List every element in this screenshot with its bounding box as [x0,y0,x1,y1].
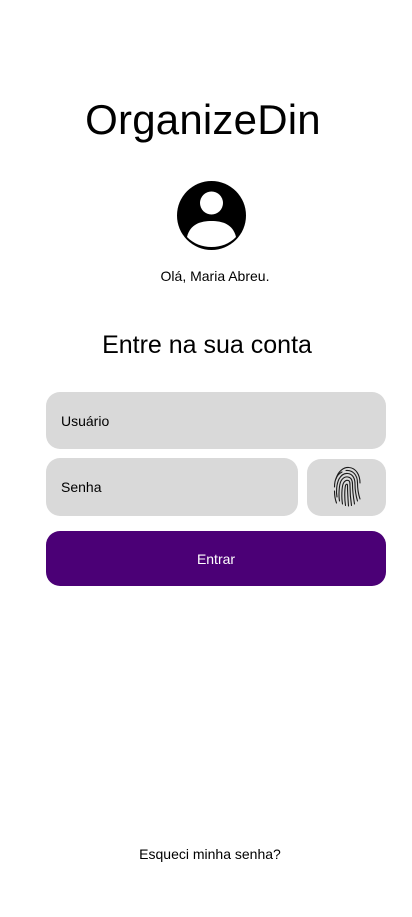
password-input[interactable] [46,458,298,516]
login-heading: Entre na sua conta [102,331,312,359]
login-button[interactable]: Entrar [46,531,386,586]
app-title: OrganizeDin [85,96,321,143]
username-field[interactable] [46,392,386,449]
user-greeting: Olá, Maria Abreu. [160,268,270,284]
username-input[interactable] [46,392,386,449]
fingerprint-icon [332,465,362,510]
account-circle-icon [177,181,246,250]
fingerprint-login-button[interactable] [307,459,386,516]
forgot-password-link[interactable]: Esqueci minha senha? [0,845,412,863]
password-field[interactable] [46,458,298,516]
